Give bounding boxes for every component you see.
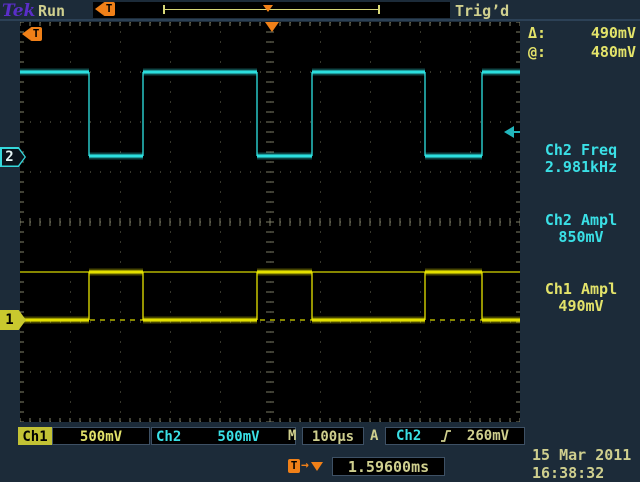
cursor-at-readout: @: 480mV [526,43,638,61]
trigger-mode-label: A [370,427,378,445]
ch2-scale: 500mV [192,428,295,444]
ch1-channel-badge: Ch1 [18,427,52,445]
measurement-ch1-ampl: Ch1 Ampl 490mV [522,281,640,315]
right-bracket [378,5,380,14]
t-glyph: T [30,27,42,41]
record-view-bar: T [93,2,450,18]
measurement-label: Ch2 Ampl [522,212,640,229]
delay-time-readout: 1.59600ms [332,457,445,476]
tek-logo: Tek [2,1,35,21]
at-value: 480mV [591,43,636,61]
rising-edge-icon [440,429,452,443]
measurement-label: Ch1 Ampl [522,281,640,298]
timebase-readout: 100µs [302,427,364,445]
ch2-scale-readout: Ch2 500mV [151,427,296,445]
ch1-number: 1 [0,310,19,330]
cursor-delta-readout: Δ: 490mV [526,24,638,42]
delay-time-indicator: T → [288,458,323,473]
down-triangle-icon [311,462,323,471]
expansion-point-triangle-icon [265,22,279,32]
left-arrow-icon [95,3,103,15]
delta-label: Δ: [528,24,546,42]
trigger-level: 260mV [452,427,524,445]
measurement-ch2-ampl: Ch2 Ampl 850mV [522,212,640,246]
acquisition-status: Run [38,2,65,20]
trigger-status: Trig’d [455,2,509,20]
datetime-readout: 15 Mar 2011 16:38:32 [532,446,640,482]
measurement-value: 490mV [522,298,640,315]
at-label: @: [528,43,546,61]
delta-value: 490mV [591,24,636,42]
measurement-value: 2.981kHz [522,159,640,176]
trigger-readout: Ch2 260mV [385,427,525,445]
measurement-ch2-freq: Ch2 Freq 2.981kHz [522,142,640,176]
trigger-t-icon: T [95,2,115,16]
ch1-scale-readout: 500mV [52,427,150,445]
ch2-number: 2 [0,147,19,167]
t-glyph: T [103,2,115,16]
graticule: T [20,22,520,422]
left-triangle-icon [504,126,514,138]
left-arrow-icon [22,28,30,40]
arrow-tail [514,131,520,133]
date-text: 15 Mar 2011 [532,446,640,464]
ch2-position-marker: 2 [0,147,26,167]
right-arrow-icon: → [301,458,309,473]
waveform-display [20,22,520,422]
trigger-source: Ch2 [386,427,440,445]
time-text: 16:38:32 [532,464,640,482]
timebase-label: M [288,427,296,445]
ch1-position-marker: 1 [0,310,26,330]
trigger-level-arrow-icon [504,126,520,138]
delay-t-icon: T [288,459,300,473]
measurement-label: Ch2 Freq [522,142,640,159]
ch2-label: Ch2 [152,428,192,444]
measurement-value: 850mV [522,229,640,246]
measurement-readouts: Δ: 490mV @: 480mV Ch2 Freq 2.981kHz Ch2 … [522,0,640,428]
trigger-position-triangle-icon [263,5,273,12]
delayed-trigger-t-icon: T [22,27,42,41]
